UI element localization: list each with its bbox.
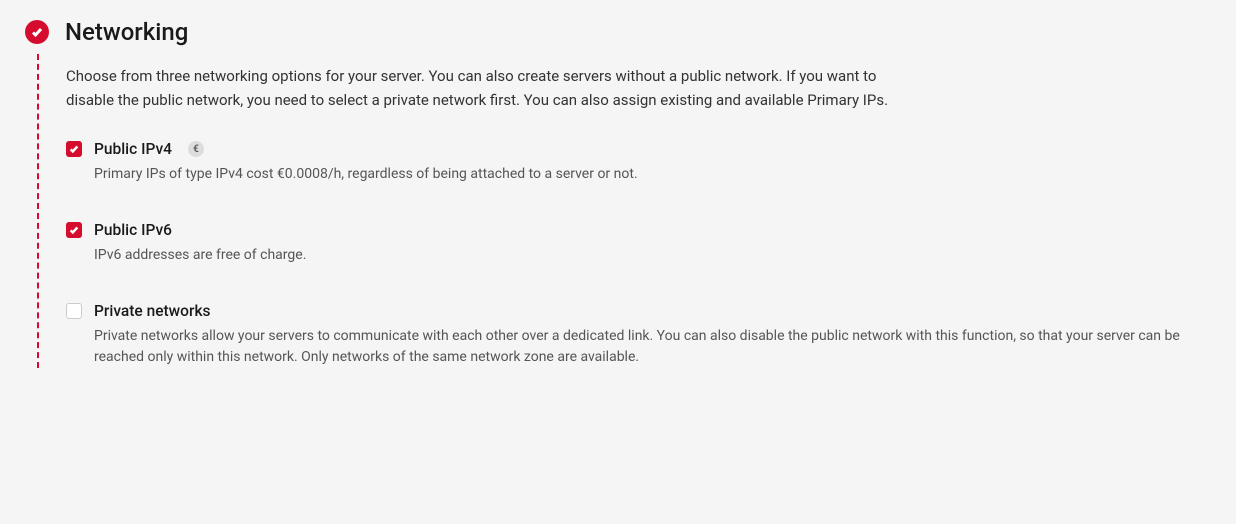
option-description: Primary IPs of type IPv4 cost €0.0008/h,… — [94, 164, 1216, 185]
checkbox-public-ipv6[interactable] — [66, 222, 82, 238]
section-header: Networking — [25, 18, 1236, 46]
option-public-ipv4: Public IPv4 € Primary IPs of type IPv4 c… — [66, 140, 1216, 185]
option-private-networks: Private networks Private networks allow … — [66, 302, 1216, 368]
option-description: IPv6 addresses are free of charge. — [94, 245, 1216, 266]
euro-icon: € — [188, 141, 204, 157]
checkbox-private-networks[interactable] — [66, 303, 82, 319]
timeline-line — [37, 54, 39, 368]
option-label: Private networks — [94, 302, 211, 320]
checkbox-public-ipv4[interactable] — [66, 141, 82, 157]
option-label: Public IPv4 — [94, 140, 172, 158]
section-title: Networking — [65, 18, 188, 46]
option-public-ipv6: Public IPv6 IPv6 addresses are free of c… — [66, 221, 1216, 266]
section-description: Choose from three networking options for… — [66, 64, 906, 112]
section-complete-icon — [25, 20, 49, 44]
option-description: Private networks allow your servers to c… — [94, 326, 1216, 368]
option-label: Public IPv6 — [94, 221, 172, 239]
